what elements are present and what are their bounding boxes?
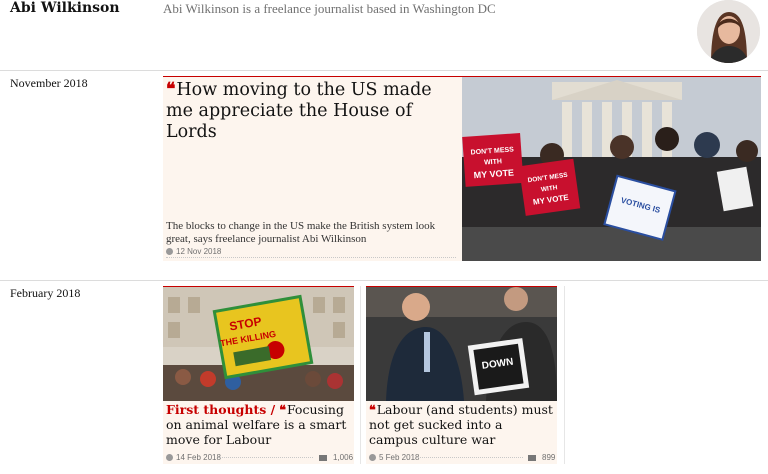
dotted-rule bbox=[418, 457, 523, 458]
article-card[interactable]: STOP THE KILLING First thoughts / ❝ Focus… bbox=[163, 286, 354, 464]
comment-count-value[interactable]: 1,006 bbox=[333, 453, 353, 462]
section-divider bbox=[0, 280, 768, 281]
author-name: Abi Wilkinson bbox=[10, 0, 120, 16]
feature-headline-text[interactable]: How moving to the US made me appreciate … bbox=[166, 80, 432, 142]
article-kicker[interactable]: First thoughts / bbox=[166, 402, 275, 417]
dotted-rule bbox=[166, 257, 456, 258]
feature-card[interactable]: ❝ How moving to the US made me appreciate… bbox=[163, 76, 761, 261]
quote-icon: ❝ bbox=[166, 80, 175, 100]
avatar bbox=[697, 0, 760, 63]
article-meta: 5 Feb 2018 bbox=[369, 453, 419, 462]
section-divider bbox=[0, 70, 768, 71]
comment-count[interactable]: 1,006 bbox=[319, 453, 353, 462]
svg-text:WITH: WITH bbox=[484, 158, 502, 166]
comment-icon bbox=[528, 454, 536, 461]
comment-count-value[interactable]: 899 bbox=[542, 453, 555, 462]
comment-icon bbox=[319, 454, 327, 461]
article-card[interactable]: DOWN ❝ Labour (and students) must not get… bbox=[366, 286, 557, 464]
feature-standfirst: The blocks to change in the US make the … bbox=[166, 220, 436, 245]
article-headline-text[interactable]: Labour (and students) must not get sucke… bbox=[369, 402, 553, 447]
feature-timestamp: 12 Nov 2018 bbox=[176, 247, 222, 256]
author-bio: Abi Wilkinson is a freelance journalist … bbox=[163, 1, 496, 16]
article-image[interactable]: DOWN bbox=[366, 287, 557, 401]
quote-icon: ❝ bbox=[279, 402, 286, 417]
article-headline[interactable]: ❝ Labour (and students) must not get suck… bbox=[369, 402, 555, 447]
card-divider bbox=[360, 286, 361, 464]
article-timestamp: 5 Feb 2018 bbox=[379, 453, 420, 462]
clock-icon bbox=[166, 454, 173, 461]
article-timestamp: 14 Feb 2018 bbox=[176, 453, 221, 462]
feature-meta: 12 Nov 2018 bbox=[166, 247, 221, 256]
clock-icon bbox=[166, 248, 173, 255]
article-meta: 14 Feb 2018 bbox=[166, 453, 221, 462]
dotted-rule bbox=[218, 457, 313, 458]
quote-icon: ❝ bbox=[369, 402, 376, 417]
section-date: November 2018 bbox=[10, 76, 88, 90]
article-headline[interactable]: First thoughts / ❝ Focusing on animal wel… bbox=[166, 402, 352, 447]
clock-icon bbox=[369, 454, 376, 461]
section-date: February 2018 bbox=[10, 286, 81, 300]
feature-headline[interactable]: ❝ How moving to the US made me appreciate… bbox=[166, 80, 456, 143]
feature-image[interactable]: DON'T MESS WITH MY VOTE DON'T MESS WITH … bbox=[462, 77, 761, 261]
article-image[interactable]: STOP THE KILLING bbox=[163, 287, 354, 401]
card-divider bbox=[564, 286, 565, 464]
comment-count[interactable]: 899 bbox=[528, 453, 555, 462]
